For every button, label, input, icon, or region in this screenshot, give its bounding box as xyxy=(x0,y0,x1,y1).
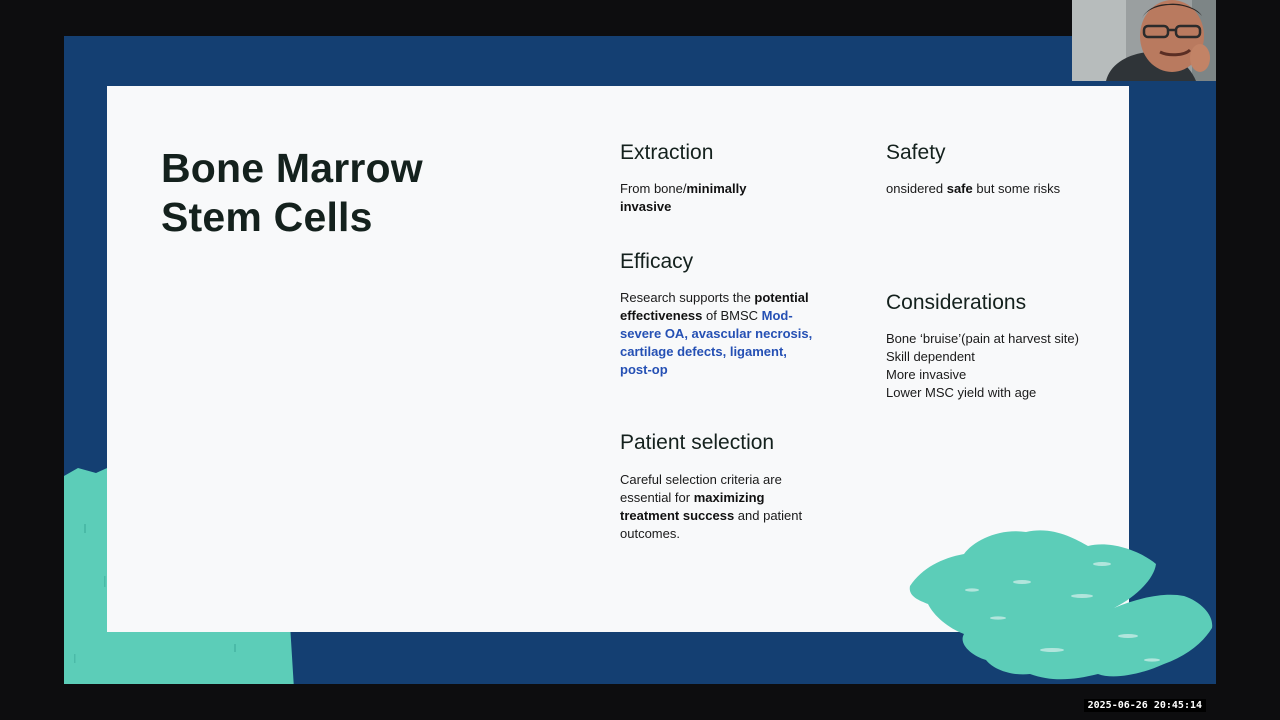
safety-heading: Safety xyxy=(886,141,946,164)
extraction-heading: Extraction xyxy=(620,141,714,164)
slide-title: Bone Marrow Stem Cells xyxy=(161,144,423,242)
efficacy-heading: Efficacy xyxy=(620,250,694,273)
safety-text: onsidered safe but some risks xyxy=(886,180,1116,198)
slide-title-line-2: Stem Cells xyxy=(161,194,373,240)
efficacy-text-after: of BMSC xyxy=(702,308,759,323)
considerations-list: Bone ‘bruise’(pain at harvest site) Skil… xyxy=(886,330,1086,402)
presenter-avatar-image xyxy=(1072,0,1216,81)
considerations-item: Lower MSC yield with age xyxy=(886,385,1037,400)
extraction-text-plain: From bone/ xyxy=(620,181,687,196)
slide-title-line-1: Bone Marrow xyxy=(161,145,423,191)
efficacy-text-before: Research supports the xyxy=(620,290,755,305)
presenter-webcam-video[interactable] xyxy=(1072,0,1216,81)
teal-paint-right-decoration xyxy=(909,530,1213,680)
patient-selection-heading: Patient selection xyxy=(620,431,775,454)
efficacy-text: Research supports the potential effectiv… xyxy=(620,289,820,379)
safety-text-after: but some risks xyxy=(972,181,1061,196)
safety-text-before: onsidered xyxy=(886,181,947,196)
considerations-heading: Considerations xyxy=(886,291,1027,314)
safety-text-bold: safe xyxy=(946,181,973,196)
presentation-stage: Bone Marrow Stem Cells Extraction From b… xyxy=(64,36,1216,684)
considerations-item: Skill dependent xyxy=(886,349,975,364)
considerations-item: More invasive xyxy=(886,367,967,382)
extraction-text: From bone/minimally invasive xyxy=(620,180,800,216)
considerations-item: Bone ‘bruise’(pain at harvest site) xyxy=(886,331,1079,346)
recording-timestamp: 2025-06-26 20:45:14 xyxy=(1083,699,1206,712)
patient-selection-text: Careful selection criteria are essential… xyxy=(620,471,812,543)
